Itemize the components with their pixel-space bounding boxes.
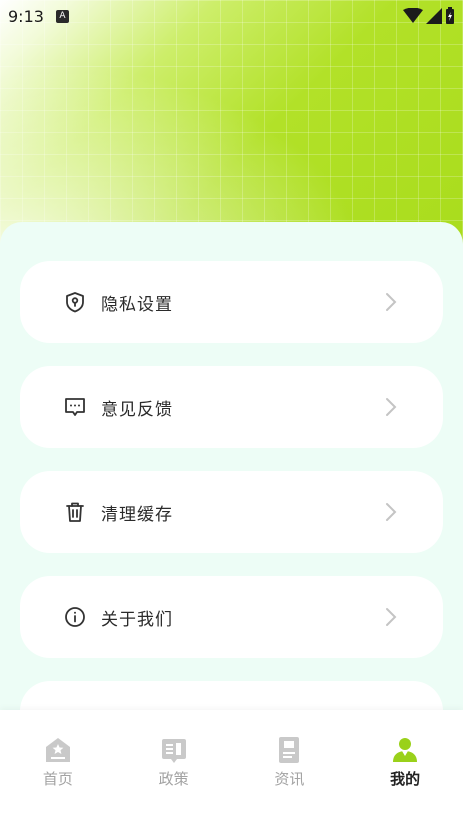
clear-cache-item[interactable]: 清理缓存: [20, 471, 443, 553]
status-icons: [403, 7, 455, 25]
chevron-right-icon: [385, 292, 399, 312]
privacy-settings-label: 隐私设置: [101, 294, 173, 315]
tab-policy-label: 政策: [158, 770, 189, 788]
clear-cache-label: 清理缓存: [101, 504, 173, 525]
policy-icon: [161, 739, 186, 763]
shield-lock-icon: [64, 291, 86, 313]
tab-policy[interactable]: 政策: [116, 710, 232, 824]
about-us-label: 关于我们: [101, 609, 173, 630]
header-fade: [0, 0, 463, 260]
wifi-icon: [403, 8, 423, 23]
feedback-item[interactable]: 意见反馈: [20, 366, 443, 448]
settings-panel: 隐私设置 意见反馈 清理缓存 关于我们: [0, 222, 463, 763]
feedback-label: 意见反馈: [101, 399, 173, 420]
info-icon: [64, 606, 86, 628]
tab-home-label: 首页: [42, 770, 73, 788]
about-us-item[interactable]: 关于我们: [20, 576, 443, 658]
home-icon: [45, 738, 70, 762]
chevron-right-icon: [385, 502, 399, 522]
profile-icon: [393, 738, 418, 762]
signal-icon: [426, 8, 442, 24]
tab-news[interactable]: 资讯: [232, 710, 348, 824]
notification-badge: A: [55, 9, 69, 23]
tab-profile-label: 我的: [390, 770, 421, 788]
tab-home[interactable]: 首页: [0, 710, 116, 824]
trash-icon: [64, 501, 86, 523]
status-bar: 9:13 A: [0, 0, 463, 32]
chevron-right-icon: [385, 607, 399, 627]
chat-dots-icon: [64, 396, 86, 418]
chevron-right-icon: [385, 397, 399, 417]
news-icon: [279, 737, 300, 763]
tab-profile[interactable]: 我的: [347, 710, 463, 824]
status-time: 9:13: [8, 6, 44, 26]
tab-news-label: 资讯: [274, 770, 305, 788]
privacy-settings-item[interactable]: 隐私设置: [20, 261, 443, 343]
bottom-tab-bar: 首页 政策 资讯 我的: [0, 710, 463, 824]
battery-icon: [446, 7, 454, 24]
